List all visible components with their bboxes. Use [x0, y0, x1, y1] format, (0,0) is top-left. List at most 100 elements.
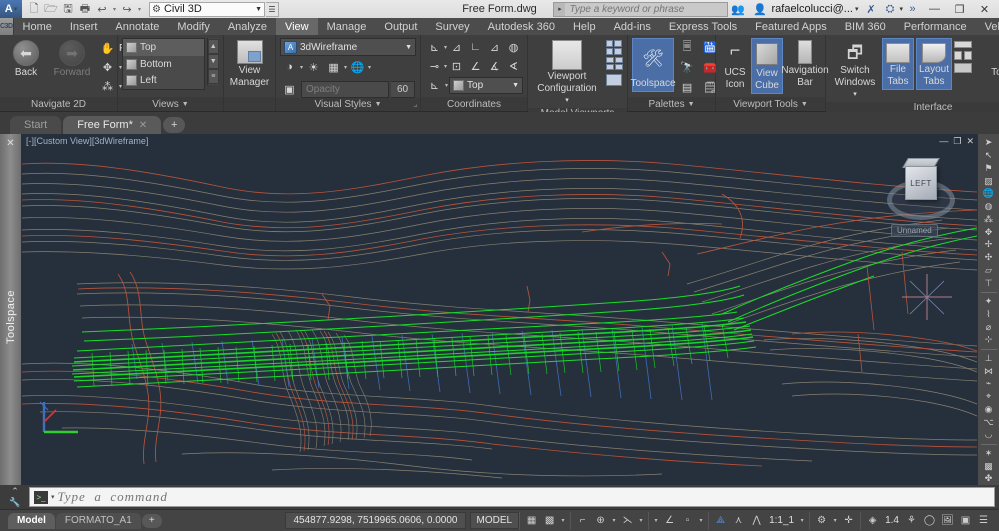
corridor-icon[interactable]: ⋈ — [980, 365, 998, 377]
chevron-down-icon[interactable]: ▾ — [652, 517, 660, 524]
views-list[interactable]: Top Bottom Left — [122, 38, 205, 90]
opacity-slider[interactable]: Opacity — [301, 80, 389, 98]
help-search-box[interactable]: ▸ — [553, 1, 729, 17]
annotation-visibility-toggle[interactable]: ⋏ — [730, 512, 747, 530]
design-center-icon[interactable]: 🔭 — [676, 58, 698, 77]
view-cube[interactable]: LEFT Unnamed — [883, 152, 959, 237]
autoscale-toggle[interactable]: ⋀ — [748, 512, 765, 530]
ucs-x-icon[interactable]: ∠ — [466, 57, 485, 75]
subassembly-icon[interactable]: ⌖ — [980, 391, 998, 403]
point-style-icon[interactable]: ✥ — [980, 226, 998, 238]
viewport-configuration-button[interactable]: Viewport Configuration ▾ — [532, 38, 602, 108]
tab-home[interactable]: Home — [14, 18, 61, 35]
redo-icon[interactable]: ↪ — [119, 1, 135, 17]
scroll-up-icon[interactable]: ▲ — [207, 39, 219, 54]
screenshot-icon[interactable]: ▣ — [957, 512, 974, 530]
grid-display-toggle[interactable]: ▦ — [523, 512, 540, 530]
doc-tab-start[interactable]: Start — [10, 116, 62, 134]
pointer-icon[interactable]: ↖ — [980, 150, 998, 162]
alignment-icon[interactable]: ✦ — [980, 296, 998, 308]
tab-featured-apps[interactable]: Featured Apps — [746, 18, 836, 35]
tile-horizontal-icon[interactable] — [954, 41, 973, 48]
chevron-down-icon[interactable]: ▾ — [565, 97, 569, 104]
chevron-down-icon[interactable]: ▾ — [853, 91, 857, 98]
close-icon[interactable]: ✕ — [6, 138, 14, 149]
chevron-down-icon[interactable]: ▾ — [559, 517, 567, 524]
chevron-down-icon[interactable]: ▼ — [375, 101, 382, 108]
redo-dropdown-icon[interactable]: ▾ — [136, 6, 143, 13]
exchange-apps-icon[interactable]: ✗ — [861, 0, 880, 18]
chevron-down-icon[interactable]: ▾ — [637, 517, 645, 524]
chevron-down-icon[interactable]: ▾ — [610, 517, 618, 524]
coordinates-display[interactable]: 454877.9298, 7519965.0606, 0.0000 — [285, 512, 466, 529]
scroll-down-icon[interactable]: ▼ — [207, 54, 219, 69]
customization-menu-icon[interactable]: ☰ — [975, 512, 992, 530]
view-cube-button[interactable]: View Cube — [751, 38, 784, 94]
ucs-view-icon[interactable]: ⊾ — [425, 76, 444, 94]
viewport-label[interactable]: [-][Custom View][3dWireframe] — [26, 136, 148, 146]
user-account-button[interactable]: 👤 rafaelcolucci@... ▾ — [747, 0, 861, 18]
tab-bim-360[interactable]: BIM 360 — [836, 18, 895, 35]
xray-effect-icon[interactable]: ▣ — [280, 80, 299, 98]
object-snap-toggle[interactable]: ⋋ — [619, 512, 636, 530]
tab-vehicle-tracking[interactable]: Vehicle Tracking — [976, 18, 999, 35]
forward-button[interactable]: ➡ Forward — [50, 38, 94, 80]
views-scrollbar[interactable]: ▲ ▼ ≡ — [206, 38, 219, 85]
chevron-down-icon[interactable]: ▾ — [831, 517, 839, 524]
open-file-icon[interactable]: 🗁 — [43, 1, 59, 17]
ucs-named-icon[interactable]: ⊿ — [447, 38, 466, 56]
toolspace-panel-collapsed[interactable]: ✕ Toolspace — [0, 134, 22, 485]
file-tabs-button[interactable]: File Tabs — [881, 38, 914, 90]
view-item-top[interactable]: Top — [123, 39, 204, 56]
command-options-icon[interactable]: 🔧 — [9, 497, 20, 508]
restore-window-button[interactable]: ❐ — [947, 0, 972, 18]
tab-help[interactable]: Help — [564, 18, 605, 35]
polar-tracking-toggle[interactable]: ⊕ — [592, 512, 609, 530]
tab-annotate[interactable]: Annotate — [106, 18, 168, 35]
layout-tab-model[interactable]: Model — [8, 512, 55, 529]
expand-titlebar-icon[interactable]: » — [903, 0, 922, 18]
surface-icon[interactable]: ▨ — [980, 175, 998, 187]
ucs-origin-icon[interactable]: ⊿ — [485, 38, 504, 56]
chevron-down-icon[interactable]: ▾ — [368, 64, 371, 71]
view-frame-icon[interactable]: ▩ — [980, 460, 998, 472]
tab-autodesk-360[interactable]: Autodesk 360 — [479, 18, 564, 35]
snap-mode-toggle[interactable]: ▩ — [541, 512, 558, 530]
graphics-performance-icon[interactable]: ⚘ — [903, 512, 920, 530]
ucs-previous-icon[interactable]: ⊸ — [425, 57, 444, 75]
right-tool-palette[interactable]: ➤ ↖ ⚑ ▨ 🌐 ◍ ⁂ ✥ ✢ ✣ ▱ ⊤ ✦ ⌇ ⌀ ⊹ ⊥ ⋈ ⌁ ⌖ … — [977, 134, 999, 485]
ucs-3point-icon[interactable]: ∟ — [466, 38, 485, 56]
undo-icon[interactable]: ↩ — [94, 1, 110, 17]
feature-line-icon[interactable]: ⌥ — [980, 416, 998, 428]
annotation-value-label[interactable]: 1.4 — [882, 515, 902, 526]
command-input-box[interactable]: >_ ▾ — [29, 487, 995, 507]
application-menu-button[interactable]: A ▾ — [0, 0, 22, 18]
visual-style-selector[interactable]: A 3dWireframe ▼ — [280, 38, 416, 56]
angle-measure-toggle[interactable]: ∠ — [661, 512, 678, 530]
clean-screen-icon[interactable]: ◯ — [921, 512, 938, 530]
dialog-launcher-icon[interactable]: ⟓ — [413, 100, 417, 110]
sample-line-icon[interactable]: ⊹ — [980, 334, 998, 346]
catchment-icon[interactable]: ◡ — [980, 429, 998, 441]
share-design-icon[interactable]: 👥 — [728, 0, 747, 18]
object-snap-tracking-toggle[interactable]: ▫ — [679, 512, 696, 530]
materials-textures-icon[interactable]: ▦ — [324, 58, 343, 76]
add-toggle-icon[interactable]: ✛ — [840, 512, 857, 530]
view-item-bottom[interactable]: Bottom — [123, 56, 204, 73]
data-shortcut-icon[interactable]: ✤ — [980, 473, 998, 485]
new-layout-button[interactable]: + — [141, 513, 162, 528]
ucs-z-icon[interactable]: ∡ — [485, 57, 504, 75]
tab-insert[interactable]: Insert — [61, 18, 107, 35]
chevron-down-icon[interactable]: ▾ — [798, 517, 806, 524]
pipe-network-icon[interactable]: ⊤ — [980, 277, 998, 289]
ucs-selector[interactable]: Top ▼ — [449, 76, 524, 94]
autodesk-help-icon[interactable]: ⛭ — [880, 0, 899, 18]
tab-performance[interactable]: Performance — [895, 18, 976, 35]
sheet-set-manager-icon[interactable]: ▤ — [676, 78, 698, 97]
save-file-icon[interactable]: 🖫 — [60, 1, 76, 17]
doc-tab-free-form[interactable]: Free Form* ✕ — [63, 116, 162, 134]
command-input[interactable] — [57, 489, 990, 505]
circle-grid-icon[interactable]: ◍ — [980, 201, 998, 213]
opacity-value[interactable]: 60 — [391, 80, 415, 98]
flag-icon[interactable]: ⚑ — [980, 163, 998, 175]
